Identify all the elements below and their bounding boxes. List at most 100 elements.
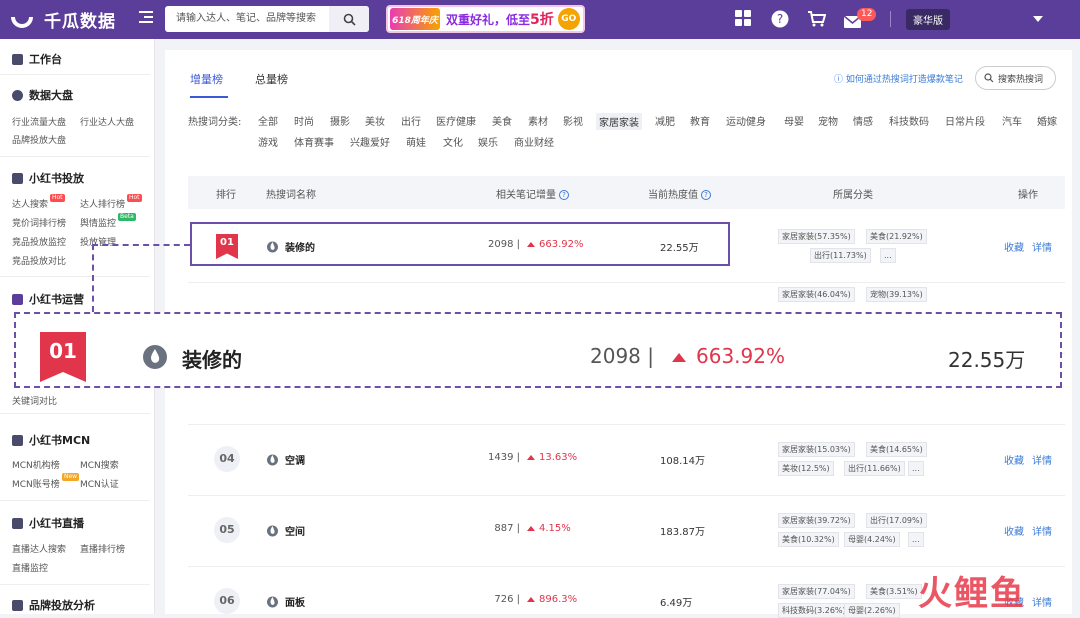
category-filter-item[interactable]: 美妆 [365, 113, 385, 128]
cart-icon[interactable] [807, 10, 827, 31]
category-filter-item[interactable]: 日常片段 [945, 113, 985, 128]
category-tag: 美食(10.32%) [778, 532, 839, 547]
zoom-heat: 22.55万 [948, 348, 1026, 372]
col-category: 所属分类 [833, 190, 873, 201]
category-filter-item[interactable]: 美食 [492, 113, 512, 128]
category-filter-item[interactable]: 商业财经 [514, 134, 554, 149]
category-filter-item[interactable]: 减肥 [655, 113, 675, 128]
heat-value: 108.14万 [660, 456, 705, 467]
keyword-name[interactable]: 空调 [285, 452, 305, 467]
promo-text: 双重好礼，低至5折 [446, 12, 554, 28]
divider [0, 75, 150, 157]
chart-icon [12, 599, 23, 611]
message-count-badge: 12 [857, 8, 877, 21]
zoom-keyword: 装修的 [182, 348, 242, 372]
col-heat[interactable]: 当前热度值? [648, 186, 711, 201]
collect-button[interactable]: 收藏 [1004, 239, 1024, 254]
category-tag: ... [908, 461, 924, 476]
category-filter-item[interactable]: 兴趣爱好 [350, 134, 390, 149]
help-link[interactable]: ⓘ 如何通过热搜词打造爆款笔记 [834, 72, 963, 85]
svg-text:?: ? [777, 12, 783, 26]
search-box[interactable]: 请输入达人、笔记、品牌等搜索 [165, 6, 369, 32]
category-filter-item[interactable]: 情感 [853, 113, 873, 128]
sidebar-section-brand[interactable]: 品牌投放分析 [12, 597, 95, 613]
category-tag: 出行(17.09%) [866, 513, 927, 528]
category-tag: 科技数码(3.26%) [778, 603, 850, 618]
category-filter-item[interactable]: 萌娃 [406, 134, 426, 149]
category-filter-item[interactable]: 婚嫁 [1037, 113, 1057, 128]
divider [0, 39, 150, 75]
tab-active-indicator [190, 96, 228, 98]
category-tag: 美食(14.65%) [866, 442, 927, 457]
tab-total[interactable]: 总量榜 [255, 71, 288, 87]
category-filter-item[interactable]: 时尚 [294, 113, 314, 128]
heat-value: 183.87万 [660, 527, 705, 538]
rank-badge: 05 [214, 517, 240, 543]
category-filter-item[interactable]: 文化 [443, 134, 463, 149]
category-filter-item[interactable]: 摄影 [330, 113, 350, 128]
category-filter-item[interactable]: 母婴 [784, 113, 804, 128]
collect-button[interactable]: 收藏 [1004, 452, 1024, 467]
col-keyword: 热搜词名称 [266, 190, 316, 201]
category-filter-item[interactable]: 家居家装 [596, 113, 642, 130]
detail-button[interactable]: 详情 [1032, 594, 1052, 609]
promo-tag: 618周年庆 [390, 8, 440, 30]
up-arrow-icon [527, 596, 535, 602]
category-filter-item[interactable]: 科技数码 [889, 113, 929, 128]
logo[interactable]: 千瓜数据 [10, 7, 116, 32]
keyword-name[interactable]: 空间 [285, 523, 305, 538]
table-header [188, 176, 1065, 209]
menu-toggle-icon[interactable] [139, 11, 153, 25]
keyword-name[interactable]: 面板 [285, 594, 305, 609]
zoom-notes: 2098 | [590, 344, 654, 368]
flame-icon [267, 525, 278, 537]
col-notes[interactable]: 相关笔记增量? [496, 186, 569, 201]
row-divider [188, 424, 1065, 425]
search-input[interactable]: 请输入达人、笔记、品牌等搜索 [165, 6, 329, 32]
category-tag: 家居家装(57.35%) [778, 229, 855, 244]
category-filter-item[interactable]: 汽车 [1002, 113, 1022, 128]
promo-go-button[interactable]: GO [557, 8, 580, 30]
category-filter-item[interactable]: 全部 [258, 113, 278, 128]
apps-grid-icon[interactable] [735, 10, 752, 31]
up-arrow-icon [527, 454, 535, 460]
category-filter-item[interactable]: 影视 [563, 113, 583, 128]
hot-search-button[interactable]: 搜索热搜词 [975, 66, 1056, 90]
detail-button[interactable]: 详情 [1032, 452, 1052, 467]
app-name: 千瓜数据 [44, 12, 116, 32]
rank-badge: 06 [214, 588, 240, 614]
category-filter-item[interactable]: 出行 [401, 113, 421, 128]
category-tag: ... [880, 248, 896, 263]
divider [0, 157, 150, 277]
connector-line [92, 244, 190, 246]
category-filter-item[interactable]: 运动健身 [726, 113, 766, 128]
category-tag: 家居家装(77.04%) [778, 584, 855, 599]
detail-button[interactable]: 详情 [1032, 239, 1052, 254]
flame-icon [267, 596, 278, 608]
rank-flag: 01 [40, 332, 86, 382]
category-filter-item[interactable]: 娱乐 [478, 134, 498, 149]
chevron-down-icon[interactable] [1033, 16, 1043, 22]
collect-button[interactable]: 收藏 [1004, 523, 1024, 538]
col-rank: 排行 [216, 190, 236, 201]
vip-badge[interactable]: 豪华版 [906, 9, 950, 30]
category-filter-item[interactable]: 体育赛事 [294, 134, 334, 149]
category-tag: 家居家装(46.04%) [778, 287, 855, 302]
row-divider [188, 282, 1065, 283]
category-tag: 美食(3.51%) [866, 584, 922, 599]
category-filter-item[interactable]: 医疗健康 [436, 113, 476, 128]
category-filter-item[interactable]: 教育 [690, 113, 710, 128]
category-filter-item[interactable]: 素材 [528, 113, 548, 128]
tab-incremental[interactable]: 增量榜 [190, 71, 223, 87]
detail-button[interactable]: 详情 [1032, 523, 1052, 538]
divider [0, 414, 150, 501]
heat-value: 6.49万 [660, 598, 693, 609]
category-filter-item[interactable]: 宠物 [818, 113, 838, 128]
rank-badge: 04 [214, 446, 240, 472]
highlight-box [190, 222, 730, 266]
category-filter-item[interactable]: 游戏 [258, 134, 278, 149]
help-icon[interactable]: ? [771, 10, 789, 32]
search-icon [984, 73, 994, 83]
search-icon[interactable] [329, 6, 369, 32]
promo-banner[interactable]: 618周年庆 双重好礼，低至5折 GO [386, 5, 585, 33]
